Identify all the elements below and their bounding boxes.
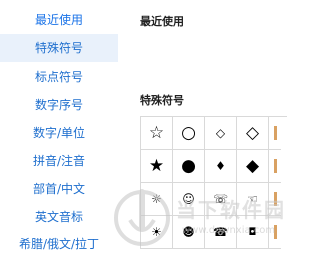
symbol-cell[interactable]: ★ bbox=[141, 150, 173, 183]
symbol-picker: 最近使用 特殊符号 标点符号 数字序号 数字/单位 拼音/注音 部首/中文 英文… bbox=[0, 0, 287, 255]
category-sidebar: 最近使用 特殊符号 标点符号 数字序号 数字/单位 拼音/注音 部首/中文 英文… bbox=[0, 0, 118, 255]
symbol-panel: 最近使用 特殊符号 ☆ ○ ◇ ◇ ★ ● ♦ ◆ ☼ ☺ ☏ ☜ ☀ ☻ ☎ … bbox=[118, 0, 287, 255]
symbol-cell[interactable]: ♦ bbox=[205, 150, 237, 183]
recent-section-title: 最近使用 bbox=[140, 15, 184, 28]
partial-symbol-mark bbox=[274, 126, 277, 140]
sidebar-item-special[interactable]: 特殊符号 bbox=[0, 34, 118, 62]
symbol-cell[interactable]: ☻ bbox=[173, 216, 205, 249]
symbol-cell[interactable]: ◘ bbox=[237, 216, 269, 249]
symbol-cell[interactable]: ☺ bbox=[173, 183, 205, 216]
sidebar-item-punctuation[interactable]: 标点符号 bbox=[0, 63, 118, 91]
symbol-cell[interactable]: ◇ bbox=[205, 117, 237, 150]
symbol-cell-partial[interactable] bbox=[269, 216, 281, 249]
symbol-row: ☀ ☻ ☎ ◘ bbox=[141, 216, 287, 249]
sidebar-item-number-index[interactable]: 数字序号 bbox=[0, 91, 118, 119]
sidebar-item-number-unit[interactable]: 数字/单位 bbox=[0, 119, 118, 147]
symbol-cell-partial[interactable] bbox=[269, 183, 281, 216]
special-section-title: 特殊符号 bbox=[140, 94, 184, 107]
partial-symbol-mark bbox=[274, 192, 277, 206]
symbol-cell[interactable]: ☼ bbox=[141, 183, 173, 216]
partial-symbol-mark bbox=[274, 159, 277, 173]
sidebar-item-radicals[interactable]: 部首/中文 bbox=[0, 175, 118, 203]
symbol-cell-partial[interactable] bbox=[269, 150, 281, 183]
symbol-cell[interactable]: ☏ bbox=[205, 183, 237, 216]
symbol-cell[interactable]: ○ bbox=[173, 117, 205, 150]
sidebar-item-phonetic[interactable]: 英文音标 bbox=[0, 203, 118, 231]
sidebar-item-pinyin[interactable]: 拼音/注音 bbox=[0, 147, 118, 175]
symbol-cell[interactable]: ◇ bbox=[237, 117, 269, 150]
symbol-cell[interactable]: ☀ bbox=[141, 216, 173, 249]
symbol-cell-partial[interactable] bbox=[269, 117, 281, 150]
symbol-cell[interactable]: ◆ bbox=[237, 150, 269, 183]
partial-symbol-mark bbox=[274, 225, 277, 239]
sidebar-item-recent[interactable]: 最近使用 bbox=[0, 6, 118, 34]
symbol-cell[interactable]: ☎ bbox=[205, 216, 237, 249]
symbol-cell[interactable]: ● bbox=[173, 150, 205, 183]
symbol-row: ☆ ○ ◇ ◇ bbox=[141, 117, 287, 150]
sidebar-item-greek-russian-latin[interactable]: 希腊/俄文/拉丁 bbox=[0, 230, 118, 255]
symbol-cell[interactable]: ☜ bbox=[237, 183, 269, 216]
symbol-row: ☼ ☺ ☏ ☜ bbox=[141, 183, 287, 216]
symbol-grid: ☆ ○ ◇ ◇ ★ ● ♦ ◆ ☼ ☺ ☏ ☜ ☀ ☻ ☎ ◘ bbox=[140, 116, 287, 249]
symbol-row: ★ ● ♦ ◆ bbox=[141, 150, 287, 183]
symbol-cell[interactable]: ☆ bbox=[141, 117, 173, 150]
